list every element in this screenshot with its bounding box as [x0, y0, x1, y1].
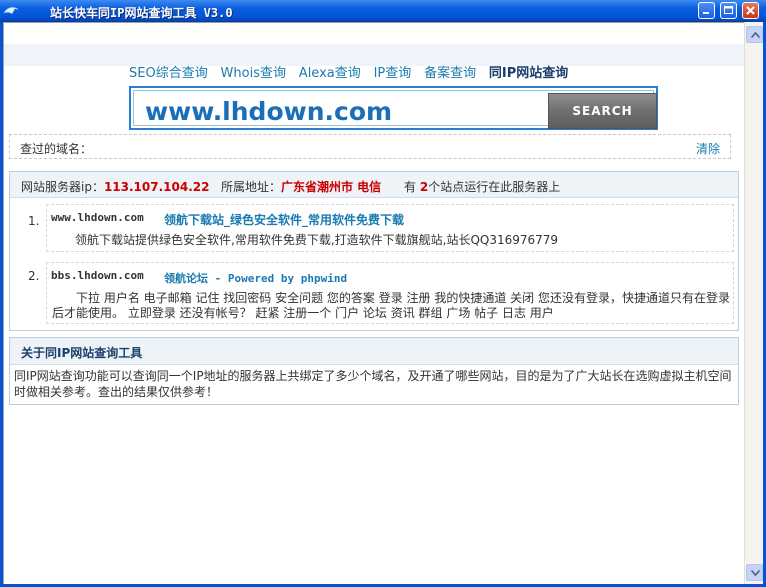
window-title: 站长快车同IP网站查询工具 V3.0: [50, 6, 233, 20]
scroll-up-button[interactable]: [746, 26, 763, 43]
search-button[interactable]: SEARCH: [548, 93, 657, 129]
scroll-down-button[interactable]: [746, 564, 763, 581]
title-bar: 站长快车同IP网站查询工具 V3.0: [0, 0, 766, 22]
location-label: 所属地址：: [220, 180, 281, 194]
count-suffix: 个站点运行在此服务器上: [428, 180, 561, 194]
server-ip: 113.107.104.22: [103, 180, 210, 194]
list-item: 2. bbs.lhdown.com 领航论坛 - Powered by phpw…: [10, 262, 738, 326]
dolphin-icon: [3, 7, 19, 15]
result-box: www.lhdown.com 领航下载站_绿色安全软件_常用软件免费下载 领航下…: [46, 204, 734, 252]
close-button[interactable]: [742, 2, 759, 19]
domain-search-input[interactable]: [137, 94, 548, 128]
query-tabs: SEO综合查询 Whois查询 Alexa查询 IP查询 备案查询 同IP网站查…: [129, 62, 577, 81]
item-number: 1.: [28, 214, 40, 228]
tab-ip[interactable]: IP查询: [374, 62, 412, 81]
about-header: 关于同IP网站查询工具: [10, 338, 738, 365]
ip-label: 网站服务器ip：: [21, 180, 104, 194]
tab-seo[interactable]: SEO综合查询: [129, 62, 208, 81]
about-panel: 关于同IP网站查询工具 同IP网站查询功能可以查询同一个IP地址的服务器上共绑定…: [9, 337, 739, 405]
tab-alexa[interactable]: Alexa查询: [299, 62, 361, 81]
result-description: 下拉 用户名 电子邮箱 记住 找回密码 安全问题 您的答案 登录 注册 我的快捷…: [52, 291, 730, 320]
server-location: 广东省潮州市 电信: [280, 180, 382, 194]
result-description: 领航下载站提供绿色安全软件,常用软件免费下载,打造软件下载旗舰站,站长QQ316…: [75, 233, 559, 247]
about-title: 关于同IP网站查询工具: [21, 346, 143, 360]
search-history: 查过的域名： 清除: [9, 134, 731, 159]
results-panel: 网站服务器ip：113.107.104.22 所属地址：广东省潮州市 电信 有 …: [9, 171, 739, 331]
search-box: SEARCH: [129, 86, 658, 130]
arrow-up-icon: [751, 32, 760, 38]
maximize-button[interactable]: [720, 2, 737, 19]
result-box: bbs.lhdown.com 领航论坛 - Powered by phpwind…: [46, 262, 734, 324]
site-count: 2: [419, 180, 429, 194]
clear-history-link[interactable]: 清除: [696, 140, 720, 157]
arrow-down-icon: [751, 570, 760, 576]
history-label: 查过的域名：: [20, 142, 93, 156]
results-header: 网站服务器ip：113.107.104.22 所属地址：广东省潮州市 电信 有 …: [10, 172, 738, 198]
minimize-icon: [703, 12, 709, 14]
minimize-button[interactable]: [698, 2, 715, 19]
tab-whois[interactable]: Whois查询: [221, 62, 286, 81]
tab-icp[interactable]: 备案查询: [424, 62, 476, 81]
count-prefix: 有: [404, 180, 417, 194]
result-title-link[interactable]: 领航论坛 - Powered by phpwind: [164, 270, 347, 286]
result-domain[interactable]: www.lhdown.com: [51, 211, 144, 224]
close-icon: [746, 6, 755, 15]
search-box-inner: SEARCH: [133, 90, 657, 129]
tab-same-ip[interactable]: 同IP网站查询: [489, 62, 568, 81]
result-title-link[interactable]: 领航下载站_绿色安全软件_常用软件免费下载: [164, 211, 404, 228]
result-domain[interactable]: bbs.lhdown.com: [51, 269, 144, 282]
about-text: 同IP网站查询功能可以查询同一个IP地址的服务器上共绑定了多少个域名，及开通了哪…: [14, 369, 732, 399]
vertical-scrollbar[interactable]: [744, 22, 763, 584]
item-number: 2.: [28, 269, 40, 283]
maximize-icon: [724, 6, 733, 14]
server-info: 网站服务器ip：113.107.104.22 所属地址：广东省潮州市 电信 有 …: [21, 178, 560, 195]
list-item: 1. www.lhdown.com 领航下载站_绿色安全软件_常用软件免费下载 …: [10, 204, 738, 254]
